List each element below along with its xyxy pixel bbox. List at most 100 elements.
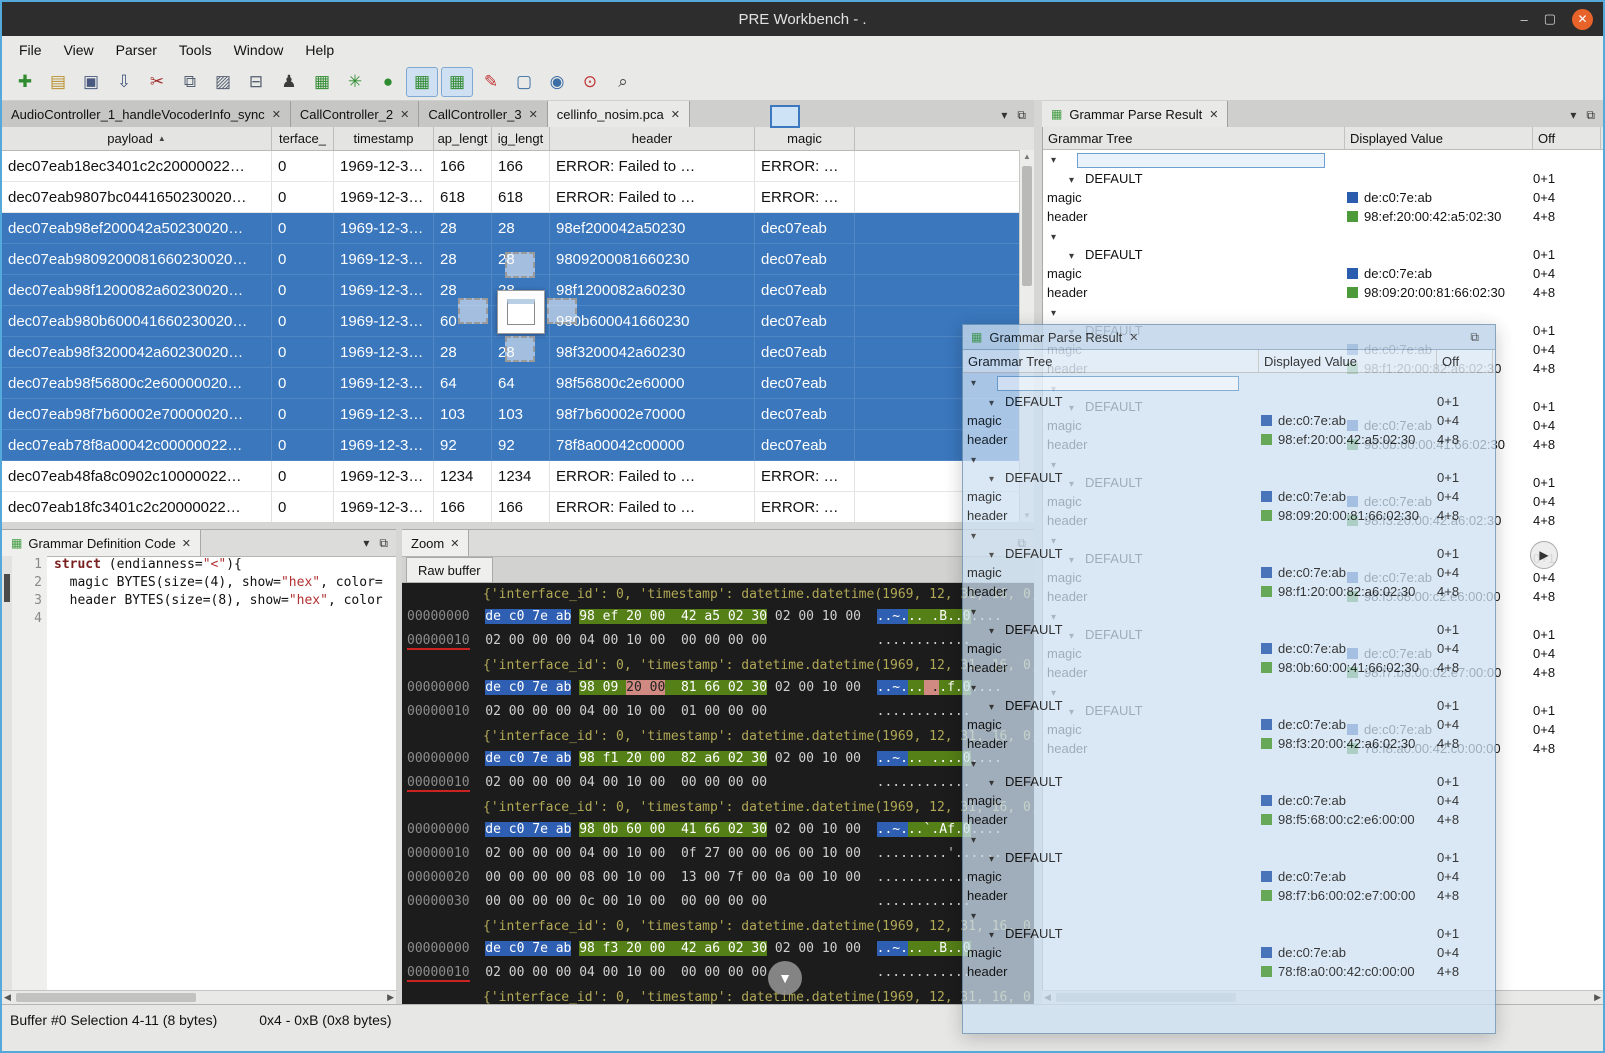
code-line[interactable]: magic BYTES(size=(4), show="hex", color= <box>54 574 383 592</box>
tab-close-icon[interactable]: ✕ <box>450 537 459 550</box>
grid-view-icon[interactable]: ▦ <box>406 67 438 97</box>
packet-row[interactable]: dec07eab98ef200042a50230020…01969-12-3…2… <box>2 213 1034 244</box>
packet-row[interactable]: dec07eab78f8a00042c00000022…01969-12-3…9… <box>2 430 1034 461</box>
scrollbar-thumb[interactable] <box>16 993 196 1002</box>
scroll-more-down-icon[interactable]: ▼ <box>768 961 802 995</box>
chevron-down-icon[interactable]: ▾ <box>1069 251 1081 262</box>
column-header-off[interactable]: Off <box>1437 350 1493 372</box>
scroll-left-icon[interactable]: ◀ <box>4 992 11 1003</box>
copy-icon[interactable]: ⧉ <box>175 68 205 96</box>
hex-row[interactable]: 00000000 de c0 7e ab 98 09 20 00 81 66 0… <box>407 676 1034 700</box>
code-line[interactable]: header BYTES(size=(8), show="hex", color <box>54 592 383 610</box>
tree-node-default[interactable]: ▾DEFAULT0+1 <box>963 544 1495 563</box>
column-header-terface_[interactable]: terface_ <box>272 127 334 150</box>
debug-icon[interactable]: ✳ <box>340 68 370 96</box>
tree-field-header[interactable]: header98:f5:68:00:c2:e6:00:004+8 <box>963 810 1495 829</box>
tree-root-row[interactable]: ▾ <box>963 753 1495 772</box>
tree-field-magic[interactable]: magicde:c0:7e:ab0+4 <box>963 487 1495 506</box>
hex-row[interactable]: 00000000 de c0 7e ab 98 f3 20 00 42 a6 0… <box>407 937 1034 961</box>
chevron-down-icon[interactable]: ▾ <box>989 474 1001 485</box>
preview-icon[interactable]: ◉ <box>542 68 572 96</box>
run-icon[interactable]: ● <box>373 68 403 96</box>
tree-field-header[interactable]: header98:09:20:00:81:66:02:304+8 <box>963 506 1495 525</box>
tree-node-default[interactable]: ▾DEFAULT0+1 <box>963 924 1495 943</box>
tree-node-default[interactable]: ▾DEFAULT0+1 <box>963 392 1495 411</box>
chevron-down-icon[interactable]: ▾ <box>1069 175 1081 186</box>
tree-field-magic[interactable]: magicde:c0:7e:ab0+4 <box>963 867 1495 886</box>
hex-row[interactable]: 00000010 02 00 00 00 04 00 10 00 00 00 0… <box>407 629 1034 653</box>
packet-row[interactable]: dec07eab98f56800c2e60000020…01969-12-3…6… <box>2 368 1034 399</box>
tree-node-default[interactable]: ▾DEFAULT0+1 <box>963 696 1495 715</box>
tree-field-magic[interactable]: magicde:c0:7e:ab0+4 <box>1043 264 1603 283</box>
hex-row[interactable]: 00000030 00 00 00 00 0c 00 10 00 00 00 0… <box>407 890 1034 914</box>
tree-field-magic[interactable]: magicde:c0:7e:ab0+4 <box>963 791 1495 810</box>
tree-field-magic[interactable]: magicde:c0:7e:ab0+4 <box>963 411 1495 430</box>
save-icon[interactable]: ▣ <box>76 68 106 96</box>
close-icon[interactable]: ✕ <box>1572 9 1593 30</box>
minimize-icon[interactable]: – <box>1520 12 1527 27</box>
tree-root-row[interactable]: ▾ <box>1043 226 1603 245</box>
tree-root-row[interactable]: ▾ <box>963 525 1495 544</box>
tab-close-icon[interactable]: ✕ <box>182 537 191 550</box>
chevron-down-icon[interactable]: ▾ <box>1051 308 1063 319</box>
parse-result-tab[interactable]: ▦ Grammar Parse Result ✕ <box>1042 101 1228 127</box>
column-header-ig_lengt[interactable]: ig_lengt <box>492 127 550 150</box>
tab-close-icon[interactable]: ✕ <box>272 108 281 121</box>
hex-row[interactable]: 00000010 02 00 00 00 04 00 10 00 00 00 0… <box>407 961 1034 985</box>
paste-icon[interactable]: ▨ <box>208 68 238 96</box>
column-header-grammar-tree[interactable]: Grammar Tree <box>963 350 1259 372</box>
chevron-down-icon[interactable]: ▾ <box>1051 155 1063 166</box>
menu-item-window[interactable]: Window <box>223 38 295 62</box>
tree-root-row[interactable]: ▾ <box>1043 302 1603 321</box>
tree-node-default[interactable]: ▾DEFAULT0+1 <box>1043 169 1603 188</box>
packet-row[interactable]: dec07eab48fa8c0902c10000022…01969-12-3…1… <box>2 461 1034 492</box>
grammar-definition-tab[interactable]: ▦ Grammar Definition Code ✕ <box>2 530 201 556</box>
scroll-right-icon[interactable]: ▶ <box>387 992 394 1003</box>
tree-root-row[interactable]: ▾ <box>963 601 1495 620</box>
hex-viewer[interactable]: {'interface_id': 0, 'timestamp': datetim… <box>402 581 1034 1004</box>
raw-buffer-tab[interactable]: Raw buffer <box>406 557 493 582</box>
code-lines[interactable]: struct (endianness="<"){ magic BYTES(siz… <box>47 556 383 991</box>
cut-icon[interactable]: ✂ <box>142 68 172 96</box>
packet-row[interactable]: dec07eab18fc3401c2c20000022…01969-12-3…1… <box>2 492 1034 522</box>
chevron-down-icon[interactable]: ▾ <box>971 759 983 770</box>
menu-item-file[interactable]: File <box>8 38 53 62</box>
hex-row[interactable]: 00000010 02 00 00 00 04 00 10 00 01 00 0… <box>407 700 1034 724</box>
column-header-off[interactable]: Off <box>1533 127 1601 149</box>
new-file-icon[interactable]: ✚ <box>10 68 40 96</box>
chevron-down-icon[interactable]: ▾ <box>971 607 983 618</box>
scroll-up-icon[interactable]: ▲ <box>1020 152 1034 161</box>
tab-close-icon[interactable]: ✕ <box>1129 331 1138 344</box>
scrollbar-thumb[interactable] <box>1022 166 1032 286</box>
chevron-down-icon[interactable]: ▾ <box>989 398 1001 409</box>
parse-icon[interactable]: ♟ <box>274 68 304 96</box>
tab-close-icon[interactable]: ✕ <box>671 108 680 121</box>
tree-field-magic[interactable]: magicde:c0:7e:ab0+4 <box>963 943 1495 962</box>
tree-field-header[interactable]: header98:f3:20:00:42:a6:02:304+8 <box>963 734 1495 753</box>
scrollbar-thumb[interactable] <box>4 574 10 602</box>
chevron-down-icon[interactable]: ▾ <box>971 835 983 846</box>
doc-tab[interactable]: AudioController_1_handleVocoderInfo_sync… <box>2 101 291 127</box>
marker-icon[interactable]: ✎ <box>476 68 506 96</box>
tree-node-default[interactable]: ▾DEFAULT0+1 <box>963 620 1495 639</box>
column-header-displayed-value[interactable]: Displayed Value <box>1259 350 1437 372</box>
column-header-timestamp[interactable]: timestamp <box>334 127 434 150</box>
tree-root-row[interactable]: ▾ <box>963 677 1495 696</box>
tab-list-dropdown-icon[interactable]: ▾ <box>1001 108 1007 123</box>
chevron-down-icon[interactable]: ▾ <box>989 854 1001 865</box>
column-header-header[interactable]: header <box>550 127 755 150</box>
tree-field-magic[interactable]: magicde:c0:7e:ab0+4 <box>963 639 1495 658</box>
detach-panel-icon[interactable]: ⧉ <box>1586 108 1595 123</box>
doc-tab[interactable]: CallController_3✕ <box>419 101 547 127</box>
chevron-down-icon[interactable]: ▾ <box>971 911 983 922</box>
packet-row[interactable]: dec07eab18ec3401c2c20000022…01969-12-3…1… <box>2 151 1034 182</box>
tab-close-icon[interactable]: ✕ <box>529 108 538 121</box>
doc-tab[interactable]: CallController_2✕ <box>291 101 419 127</box>
tree-field-header[interactable]: header98:f1:20:00:82:a6:02:304+8 <box>963 582 1495 601</box>
code-mini-scrollbar[interactable] <box>2 556 12 991</box>
chevron-down-icon[interactable]: ▾ <box>1051 232 1063 243</box>
chevron-down-icon[interactable]: ▾ <box>989 626 1001 637</box>
chevron-down-icon[interactable]: ▾ <box>989 550 1001 561</box>
print-icon[interactable]: ⊟ <box>241 68 271 96</box>
code-line[interactable]: struct (endianness="<"){ <box>54 556 383 574</box>
